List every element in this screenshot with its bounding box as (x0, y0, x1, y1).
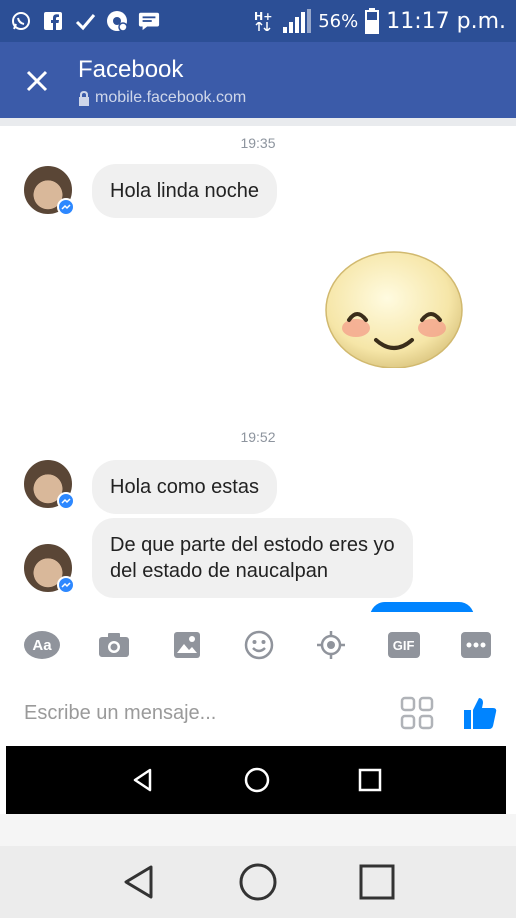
inner-navigation-bar (6, 746, 506, 814)
text-style-button[interactable]: Aa (22, 625, 62, 665)
close-button[interactable] (20, 64, 54, 98)
message-text: del estado de naucalpan (110, 560, 328, 582)
avatar[interactable] (22, 164, 75, 216)
avatar[interactable] (22, 458, 75, 510)
gallery-button[interactable] (167, 625, 207, 665)
signal-strength-icon (282, 9, 312, 33)
divider (0, 814, 516, 846)
timestamp: 19:35 (240, 135, 276, 151)
clock: 11:17 p.m. (386, 8, 506, 34)
camera-icon (99, 633, 130, 657)
close-icon (26, 70, 48, 92)
composer-toolbar: Aa GIF (0, 612, 516, 678)
message-text: Hola linda noche (110, 180, 259, 202)
location-button[interactable] (311, 625, 351, 665)
notification-icons (10, 10, 160, 32)
browser-header: Facebook mobile.facebook.com (0, 42, 516, 118)
sticker-button[interactable] (239, 625, 279, 665)
home-icon[interactable] (237, 861, 279, 903)
battery-icon (364, 8, 380, 34)
more-icon (460, 632, 491, 658)
whatsapp-icon (10, 10, 32, 32)
network-type-icon: H+ (250, 10, 276, 32)
gif-label: GIF (392, 637, 415, 653)
battery-percent: 56% (318, 10, 359, 32)
page-title: Facebook (78, 56, 184, 83)
check-icon (74, 10, 96, 32)
aa-label: Aa (32, 636, 52, 654)
message-bubble[interactable]: Hola como estas (92, 460, 277, 514)
google-photos-icon (106, 10, 128, 32)
home-icon[interactable] (243, 766, 271, 794)
network-type-label: H+ (253, 10, 273, 23)
back-icon[interactable] (120, 863, 158, 901)
outgoing-message-bubble[interactable] (370, 602, 474, 612)
page-url: mobile.facebook.com (95, 89, 247, 106)
message-icon (138, 10, 160, 32)
timestamp: 19:52 (240, 429, 276, 445)
lock-icon (79, 90, 89, 106)
qr-code-icon[interactable] (400, 696, 434, 730)
thumbs-up-icon[interactable] (462, 695, 498, 731)
message-bubble[interactable]: De que parte del estodo eres yo del esta… (92, 518, 413, 598)
location-icon (317, 631, 346, 659)
conversation[interactable]: 19:35 Hola linda noche 19:52 Hola como e… (0, 118, 516, 612)
back-icon[interactable] (130, 767, 156, 793)
image-icon (173, 632, 200, 658)
message-input[interactable] (24, 701, 400, 725)
message-text: Hola como estas (110, 476, 259, 498)
recents-icon[interactable] (358, 768, 382, 792)
messenger-badge-icon (57, 492, 75, 510)
gif-button[interactable]: GIF (384, 625, 424, 665)
navigation-bar (0, 846, 516, 918)
smiley-sticker[interactable] (324, 248, 464, 368)
url-row: mobile.facebook.com (78, 89, 246, 107)
recents-icon[interactable] (358, 863, 396, 901)
smiley-icon (244, 630, 274, 660)
messenger-badge-icon (57, 198, 75, 216)
status-bar: H+ 56% 11:17 p.m. (0, 0, 516, 42)
composer (0, 678, 516, 748)
message-bubble[interactable]: Hola linda noche (92, 164, 277, 218)
message-text: De que parte del estodo eres yo (110, 534, 395, 556)
camera-button[interactable] (94, 625, 134, 665)
messenger-badge-icon (57, 576, 75, 594)
more-button[interactable] (456, 625, 496, 665)
chat-top-divider (0, 118, 516, 126)
avatar[interactable] (22, 542, 75, 594)
system-indicators: H+ 56% 11:17 p.m. (250, 8, 506, 34)
facebook-icon (42, 10, 64, 32)
